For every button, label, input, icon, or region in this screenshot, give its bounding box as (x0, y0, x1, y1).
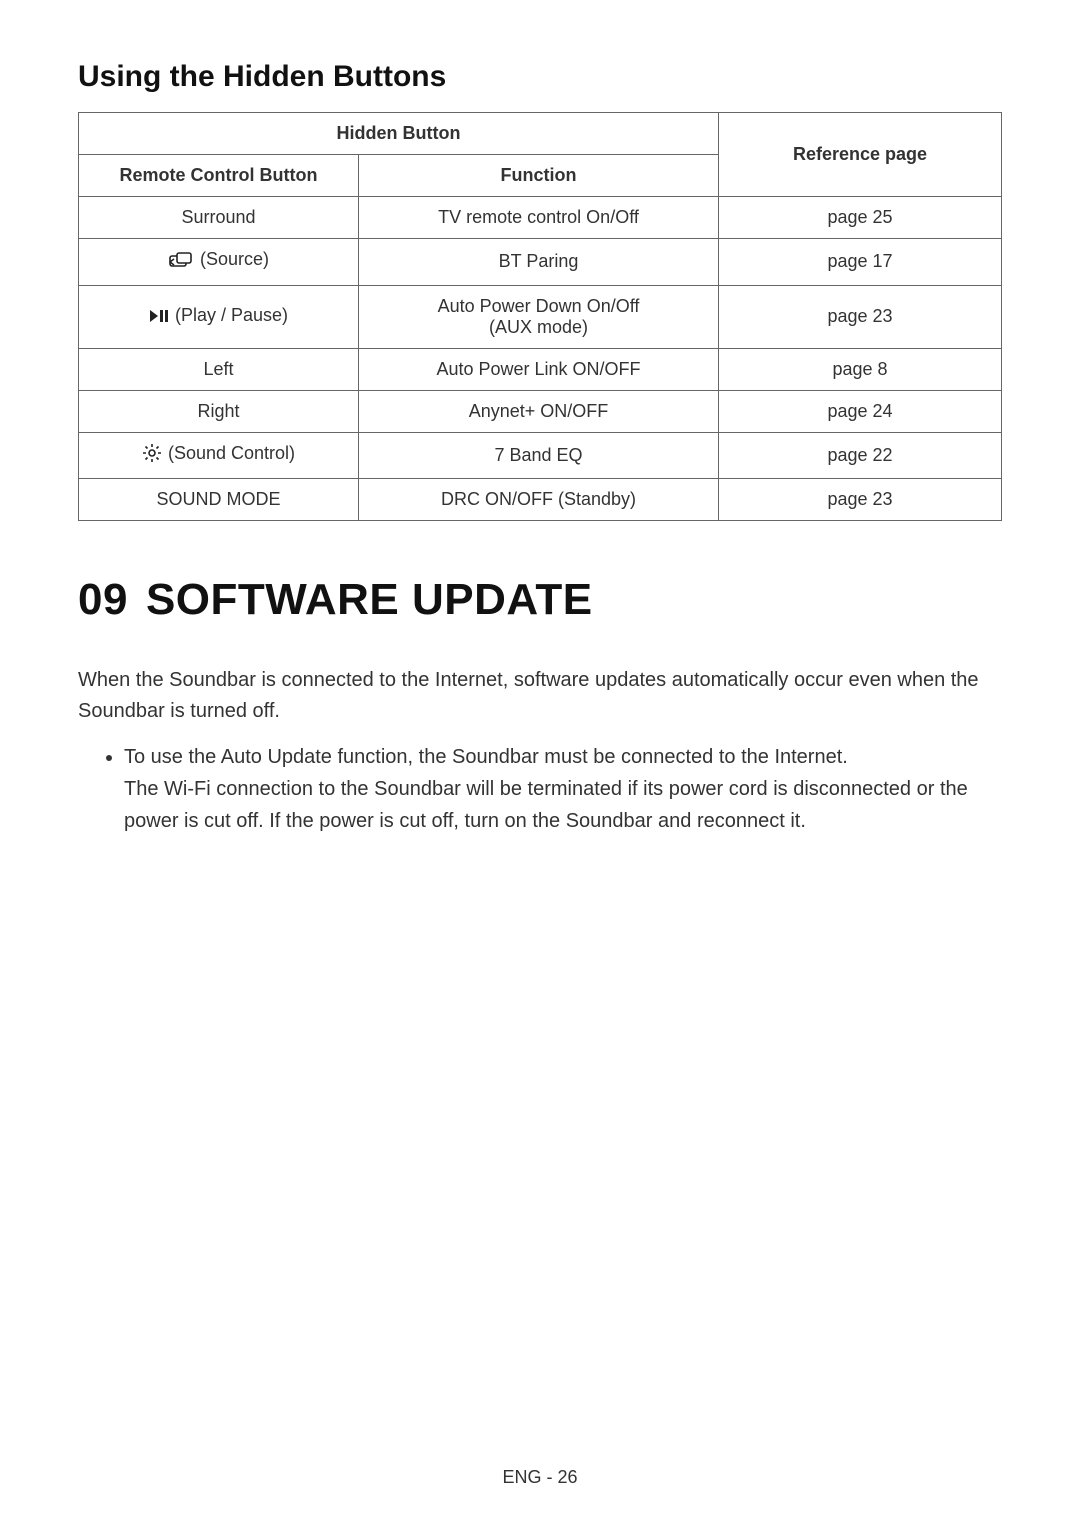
remote-label: SOUND MODE (79, 479, 359, 521)
ref-cell: page 22 (719, 432, 1002, 479)
function-cell: Anynet+ ON/OFF (359, 390, 719, 432)
table-row: (Sound Control) 7 Band EQ page 22 (79, 432, 1002, 479)
remote-label: (Play / Pause) (175, 305, 288, 326)
function-cell: Auto Power Link ON/OFF (359, 348, 719, 390)
remote-label: Right (79, 390, 359, 432)
source-icon (168, 250, 194, 270)
ref-cell: page 17 (719, 239, 1002, 286)
function-cell: 7 Band EQ (359, 432, 719, 479)
ref-cell: page 24 (719, 390, 1002, 432)
table-row: SOUND MODE DRC ON/OFF (Standby) page 23 (79, 479, 1002, 521)
function-cell: BT Paring (359, 239, 719, 286)
bullet-line2: The Wi-Fi connection to the Soundbar wil… (124, 773, 1002, 837)
ref-cell: page 23 (719, 285, 1002, 348)
th-hidden-button: Hidden Button (79, 113, 719, 155)
bullet-line1: To use the Auto Update function, the Sou… (124, 746, 848, 768)
chapter-title: SOFTWARE UPDATE (146, 575, 593, 625)
table-row: (Source) BT Paring page 17 (79, 239, 1002, 286)
function-cell: TV remote control On/Off (359, 197, 719, 239)
intro-paragraph: When the Soundbar is connected to the In… (78, 665, 1002, 727)
bullet-list: To use the Auto Update function, the Sou… (78, 741, 1002, 837)
page-footer: ENG - 26 (0, 1467, 1080, 1488)
chapter-number: 09 (78, 575, 128, 625)
function-cell: DRC ON/OFF (Standby) (359, 479, 719, 521)
table-row: Right Anynet+ ON/OFF page 24 (79, 390, 1002, 432)
list-item: To use the Auto Update function, the Sou… (124, 741, 1002, 837)
function-cell: Auto Power Down On/Off (AUX mode) (359, 285, 719, 348)
remote-label: (Sound Control) (168, 443, 295, 464)
th-remote: Remote Control Button (79, 155, 359, 197)
playpause-icon (149, 309, 169, 323)
table-row: Surround TV remote control On/Off page 2… (79, 197, 1002, 239)
chapter-heading: 09 SOFTWARE UPDATE (78, 575, 1002, 625)
th-function: Function (359, 155, 719, 197)
remote-label: Left (79, 348, 359, 390)
ref-cell: page 8 (719, 348, 1002, 390)
ref-cell: page 23 (719, 479, 1002, 521)
gear-icon (142, 443, 162, 463)
th-reference: Reference page (719, 113, 1002, 197)
ref-cell: page 25 (719, 197, 1002, 239)
table-row: Left Auto Power Link ON/OFF page 8 (79, 348, 1002, 390)
table-row: (Play / Pause) Auto Power Down On/Off (A… (79, 285, 1002, 348)
remote-label: (Source) (200, 249, 269, 270)
section-title: Using the Hidden Buttons (78, 60, 1002, 94)
hidden-buttons-table: Hidden Button Reference page Remote Cont… (78, 112, 1002, 521)
remote-label: Surround (181, 207, 255, 228)
